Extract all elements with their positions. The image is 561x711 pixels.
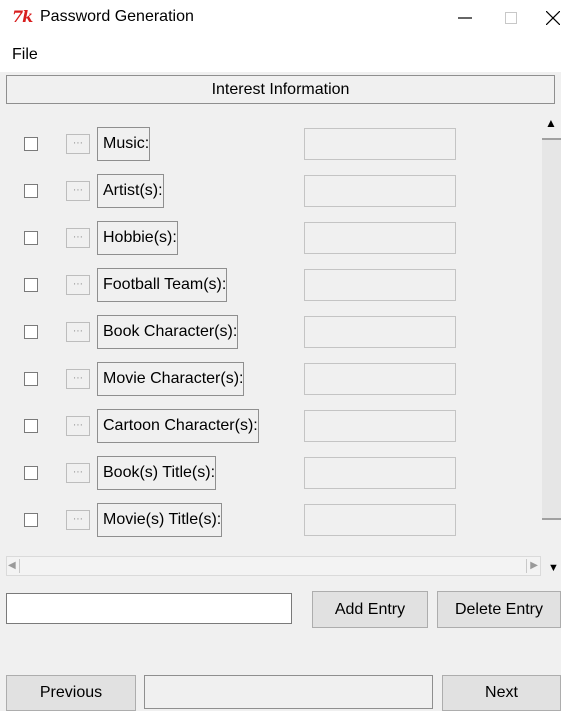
interest-label: Movie Character(s):: [97, 362, 245, 396]
include-checkbox[interactable]: [24, 137, 38, 151]
include-checkbox[interactable]: [24, 184, 38, 198]
interest-value-field[interactable]: [304, 175, 456, 207]
interest-label: Hobbie(s):: [97, 221, 178, 255]
option-button[interactable]: ⋯: [66, 416, 90, 436]
interest-row: ⋯ Artist(s):: [0, 174, 470, 208]
horizontal-scrollbar[interactable]: [6, 556, 541, 576]
include-checkbox[interactable]: [24, 466, 38, 480]
interest-value-field[interactable]: [304, 269, 456, 301]
option-button[interactable]: ⋯: [66, 322, 90, 342]
tk-feather-logo-icon: 7k: [12, 7, 33, 26]
interest-row: ⋯ Book Character(s):: [0, 315, 470, 349]
option-button[interactable]: ⋯: [66, 510, 90, 530]
option-button[interactable]: ⋯: [66, 134, 90, 154]
maximize-button[interactable]: [488, 0, 534, 36]
interest-row: ⋯ Hobbie(s):: [0, 221, 470, 255]
vertical-scroll-thumb[interactable]: [542, 138, 561, 520]
window-title: Password Generation: [40, 8, 194, 25]
interest-row: ⋯ Movie Character(s):: [0, 362, 470, 396]
interest-label: Book Character(s):: [97, 315, 239, 349]
interest-value-field[interactable]: [304, 410, 456, 442]
option-button[interactable]: ⋯: [66, 463, 90, 483]
interest-value-field[interactable]: [304, 128, 456, 160]
interest-row: ⋯ Music:: [0, 127, 470, 161]
new-entry-input[interactable]: [6, 593, 292, 624]
previous-button[interactable]: Previous: [6, 675, 136, 711]
include-checkbox[interactable]: [24, 231, 38, 245]
interest-row: ⋯ Movie(s) Title(s):: [0, 503, 470, 537]
close-button[interactable]: [530, 0, 561, 36]
menu-bar: File: [0, 38, 561, 72]
maximize-icon: [505, 12, 517, 24]
scroll-up-icon[interactable]: ▲: [545, 117, 557, 129]
include-checkbox[interactable]: [24, 372, 38, 386]
include-checkbox[interactable]: [24, 278, 38, 292]
include-checkbox[interactable]: [24, 325, 38, 339]
interest-label: Football Team(s):: [97, 268, 228, 302]
minimize-icon: [458, 17, 472, 19]
interest-value-field[interactable]: [304, 316, 456, 348]
option-button[interactable]: ⋯: [66, 228, 90, 248]
minimize-button[interactable]: [442, 0, 488, 36]
scroll-down-icon[interactable]: ▼: [548, 563, 559, 574]
scroll-left-icon[interactable]: ◀: [8, 559, 20, 573]
interest-value-field[interactable]: [304, 222, 456, 254]
interest-row: ⋯ Football Team(s):: [0, 268, 470, 302]
include-checkbox[interactable]: [24, 513, 38, 527]
status-field: [144, 675, 433, 709]
section-header: Interest Information: [6, 75, 555, 104]
interest-value-field[interactable]: [304, 457, 456, 489]
interest-row: ⋯ Cartoon Character(s):: [0, 409, 470, 443]
interest-label: Movie(s) Title(s):: [97, 503, 223, 537]
add-entry-button[interactable]: Add Entry: [312, 591, 428, 628]
interest-value-field[interactable]: [304, 504, 456, 536]
interest-value-field[interactable]: [304, 363, 456, 395]
option-button[interactable]: ⋯: [66, 275, 90, 295]
close-icon: [546, 11, 560, 25]
interest-label: Artist(s):: [97, 174, 164, 208]
scroll-right-icon[interactable]: ▶: [526, 559, 538, 573]
title-bar: 7k Password Generation: [0, 0, 561, 38]
interest-label: Music:: [97, 127, 151, 161]
option-button[interactable]: ⋯: [66, 369, 90, 389]
delete-entry-button[interactable]: Delete Entry: [437, 591, 561, 628]
next-button[interactable]: Next: [442, 675, 561, 711]
interest-label: Book(s) Title(s):: [97, 456, 217, 490]
option-button[interactable]: ⋯: [66, 181, 90, 201]
interest-row: ⋯ Book(s) Title(s):: [0, 456, 470, 490]
interest-label: Cartoon Character(s):: [97, 409, 259, 443]
include-checkbox[interactable]: [24, 419, 38, 433]
menu-file[interactable]: File: [12, 46, 38, 64]
